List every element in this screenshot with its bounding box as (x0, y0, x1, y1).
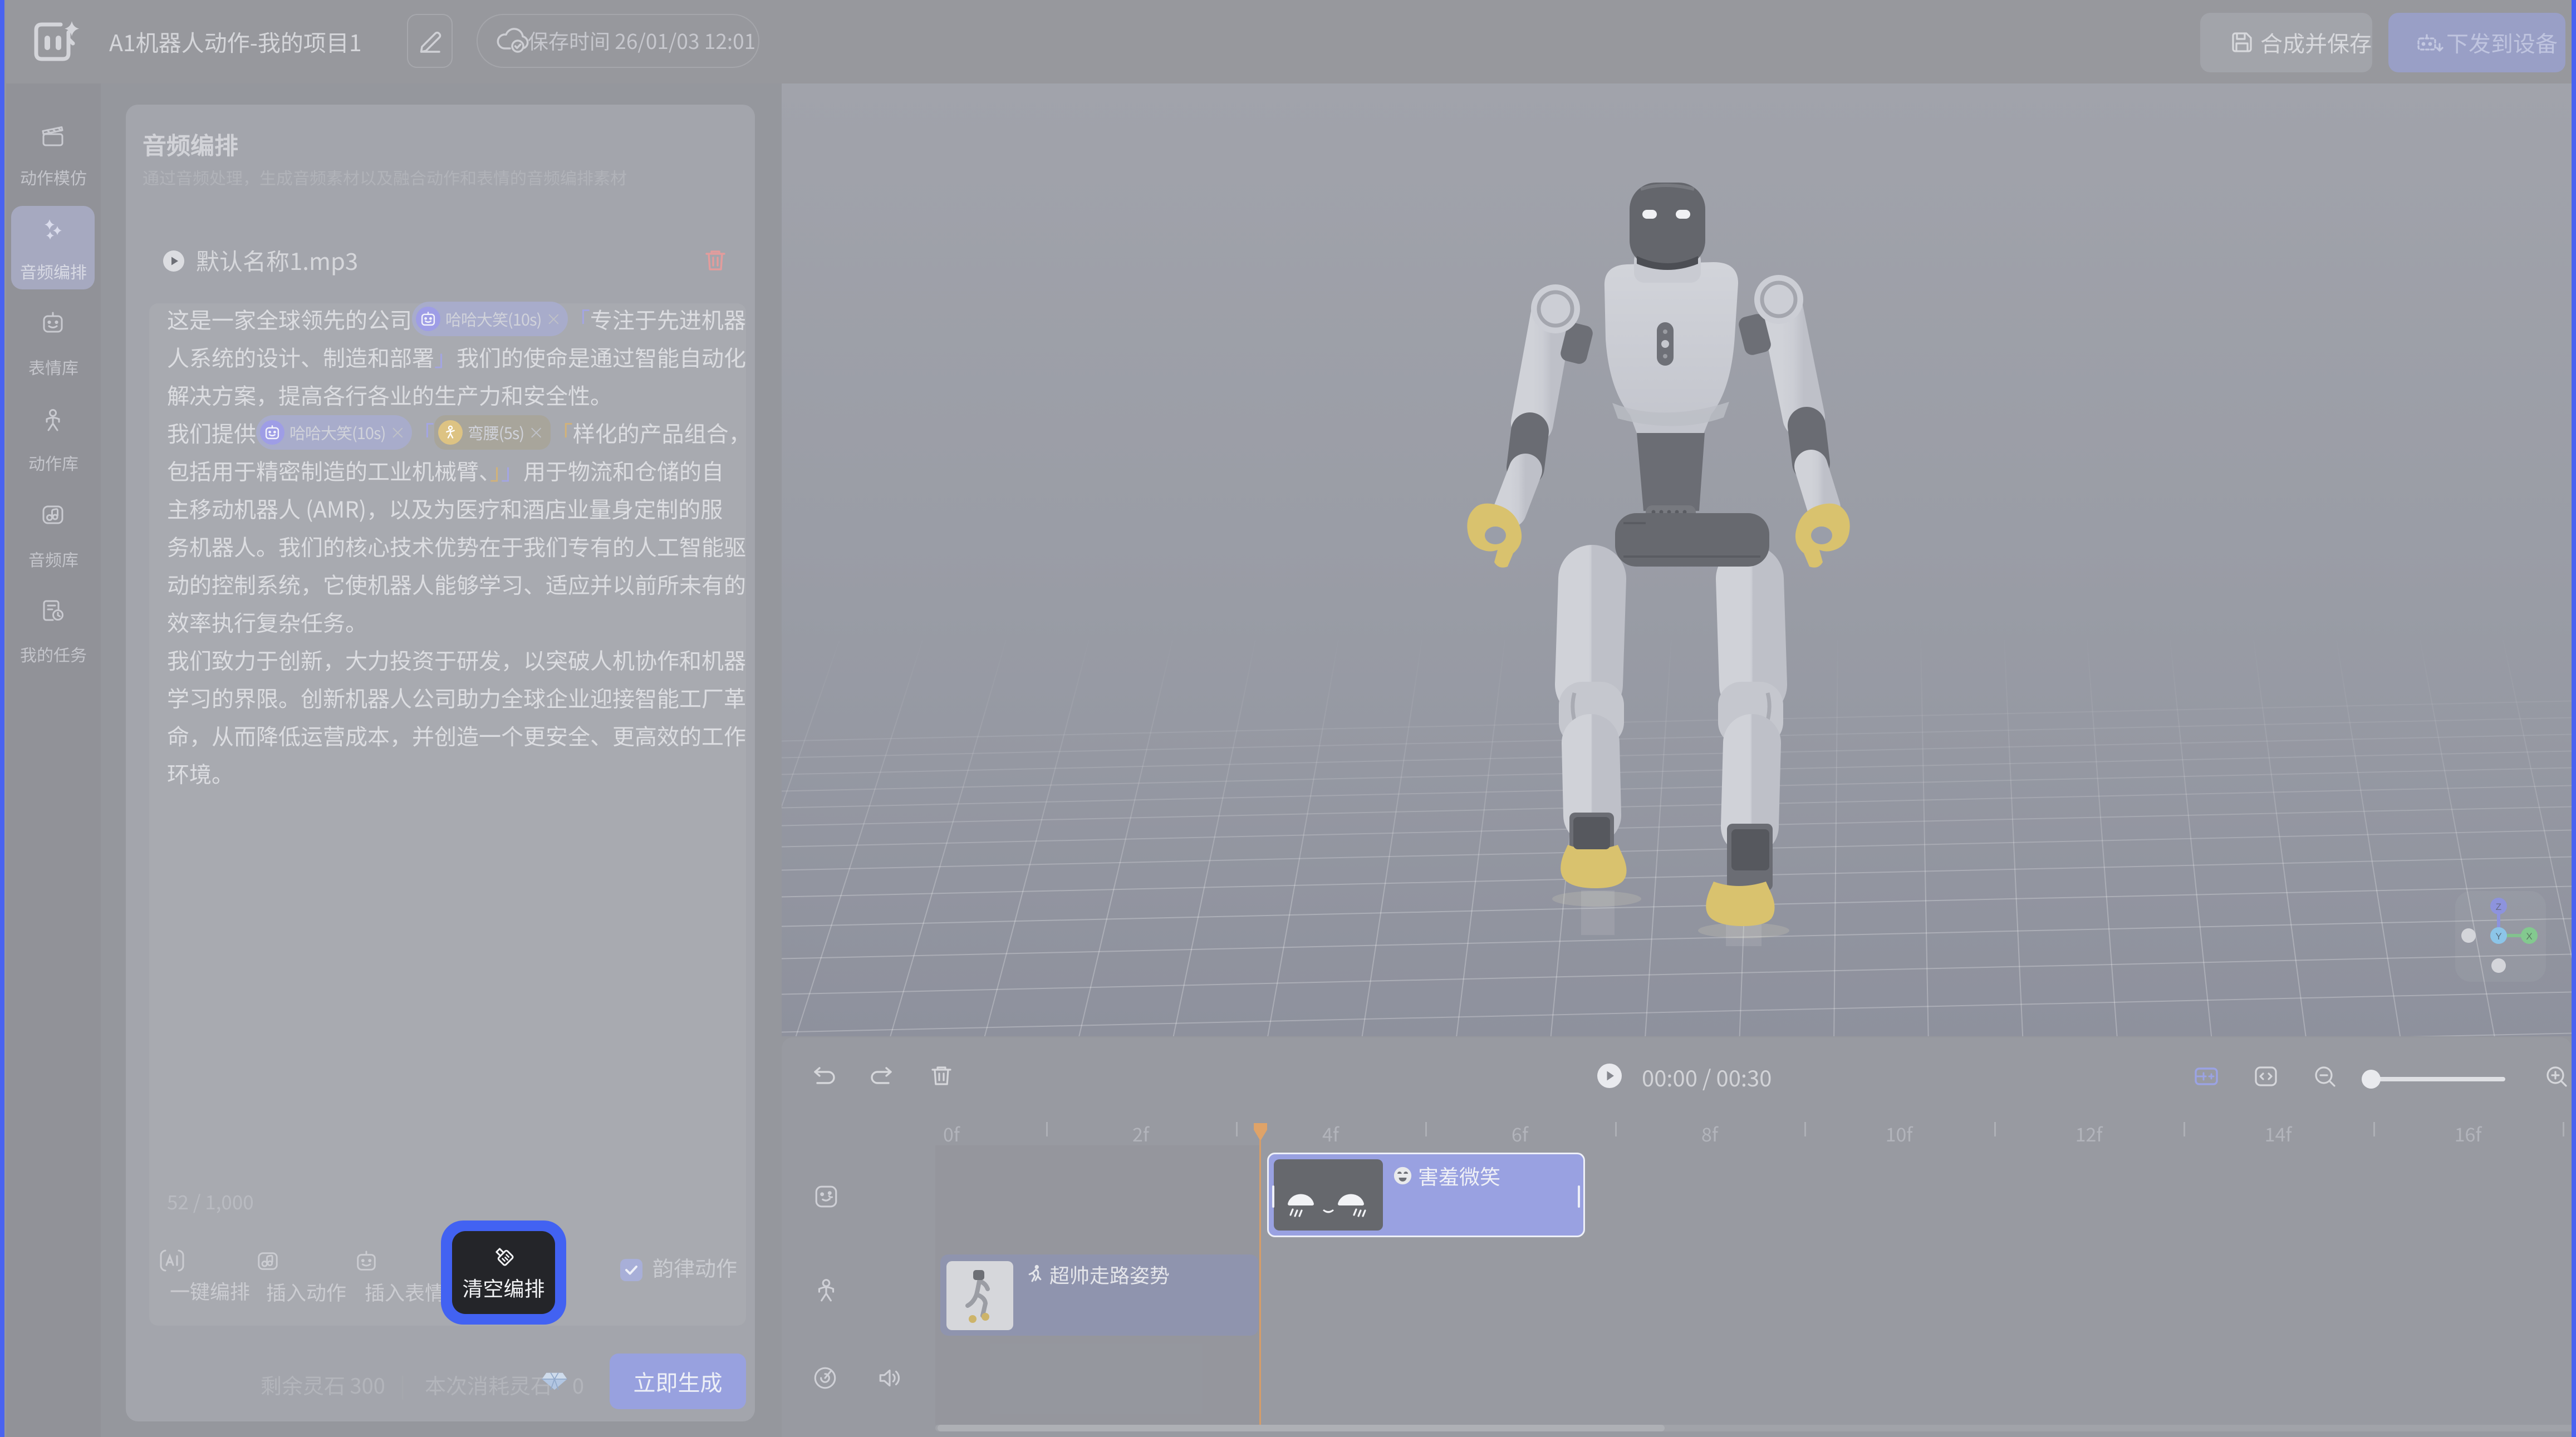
svg-text:X: X (2526, 931, 2532, 942)
svg-text:Z: Z (2496, 902, 2501, 912)
svg-text:Y: Y (2495, 931, 2501, 942)
